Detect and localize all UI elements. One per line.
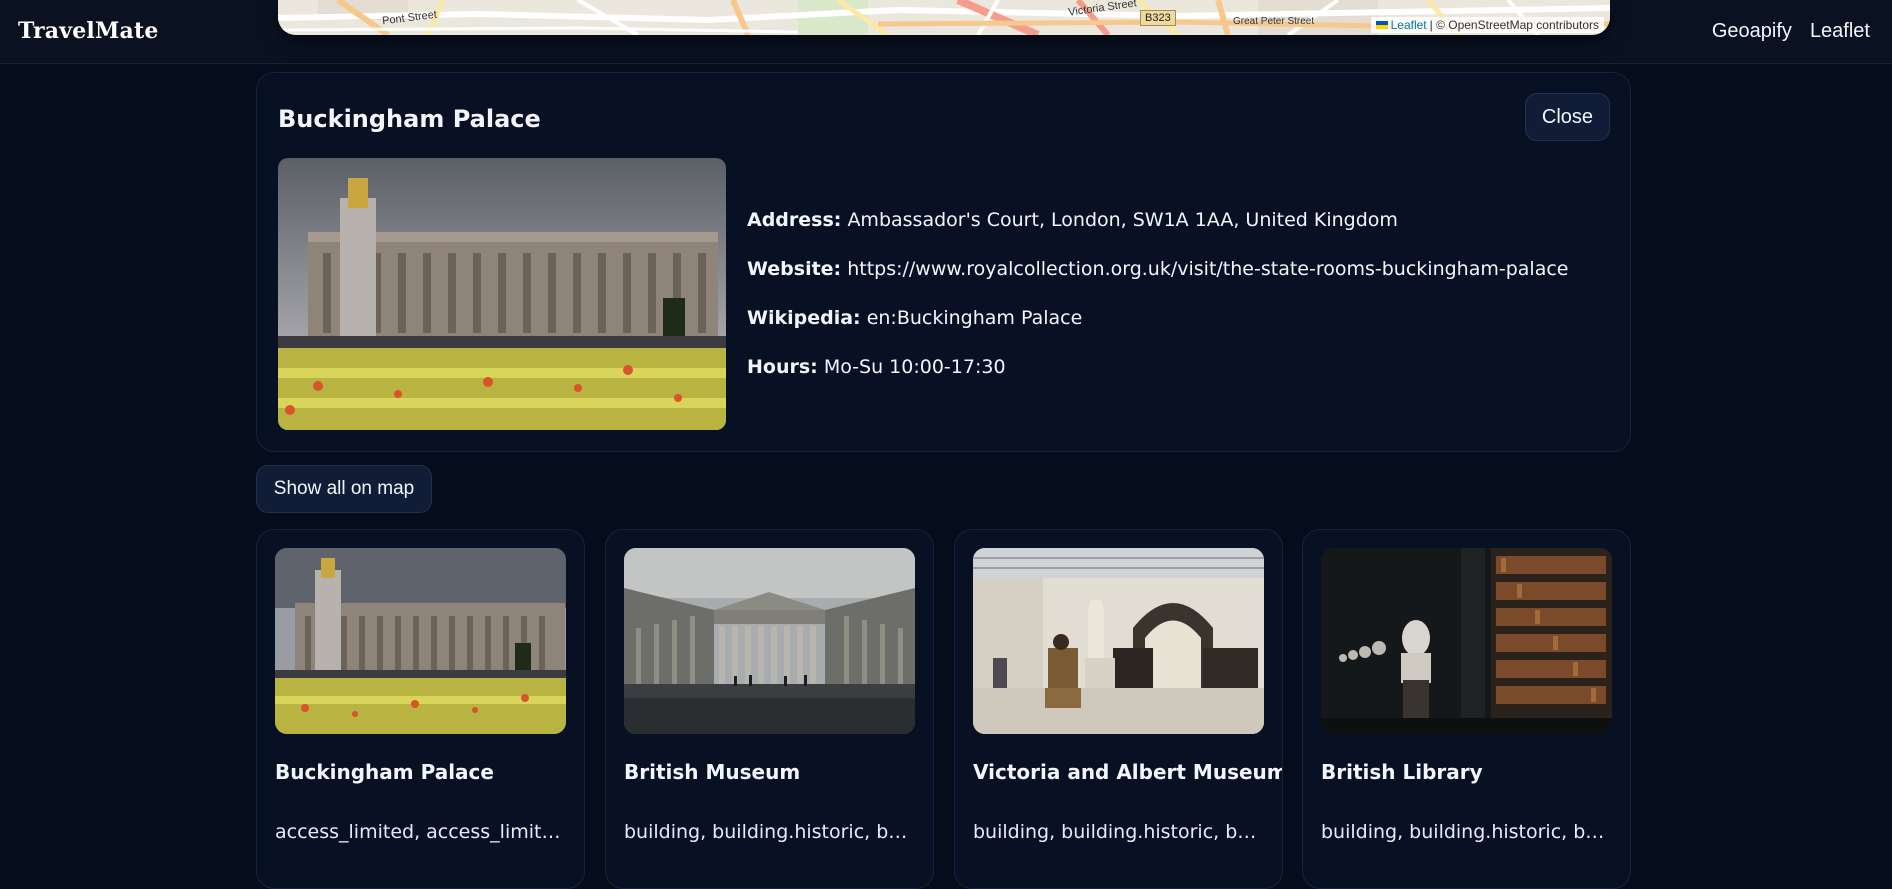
card-categories: building, building.historic, building.to… xyxy=(624,821,915,843)
place-info: Address: Ambassador's Court, London, SW1… xyxy=(747,209,1568,405)
card-title: Victoria and Albert Museum xyxy=(973,760,1283,784)
ukraine-flag-icon xyxy=(1375,21,1388,29)
hours-label: Hours: xyxy=(747,356,818,378)
card-categories: building, building.historic, building.to… xyxy=(973,821,1264,843)
website-row: Website: https://www.royalcollection.org… xyxy=(747,258,1568,280)
wikipedia-value: en:Buckingham Palace xyxy=(866,307,1083,329)
attribution-text: | © OpenStreetMap contributors xyxy=(1429,18,1599,32)
place-detail-panel: Buckingham Palace Close Address: Ambassa… xyxy=(256,72,1631,452)
road-shield: B323 xyxy=(1140,10,1176,26)
map-street-label: Great Peter Street xyxy=(1233,16,1315,27)
hours-row: Hours: Mo-Su 10:00-17:30 xyxy=(747,356,1568,378)
address-label: Address: xyxy=(747,209,842,231)
card-title: Buckingham Palace xyxy=(275,760,494,784)
show-all-on-map-button[interactable]: Show all on map xyxy=(256,465,432,513)
card-categories: building, building.historic, building.to… xyxy=(1321,821,1612,843)
card-photo xyxy=(624,548,915,734)
website-value: https://www.royalcollection.org.uk/visit… xyxy=(847,258,1569,280)
map-attribution: Leaflet | © OpenStreetMap contributors xyxy=(1370,17,1604,33)
leaflet-link[interactable]: Leaflet xyxy=(1391,18,1427,32)
top-nav: Geoapify Leaflet xyxy=(1712,20,1870,43)
card-title: British Museum xyxy=(624,760,801,784)
card-photo xyxy=(275,548,566,734)
card-title: British Library xyxy=(1321,760,1483,784)
card-categories: access_limited, access_limited.with_fee,… xyxy=(275,821,566,843)
address-row: Address: Ambassador's Court, London, SW1… xyxy=(747,209,1568,231)
map-view[interactable]: Pont Street Victoria Street Great Peter … xyxy=(278,0,1610,35)
website-label: Website: xyxy=(747,258,842,280)
hours-value: Mo-Su 10:00-17:30 xyxy=(823,356,1006,378)
nav-link-leaflet[interactable]: Leaflet xyxy=(1810,20,1870,43)
place-title: Buckingham Palace xyxy=(278,105,541,133)
close-button[interactable]: Close xyxy=(1525,93,1610,141)
nav-link-geoapify[interactable]: Geoapify xyxy=(1712,20,1792,43)
wikipedia-row: Wikipedia: en:Buckingham Palace xyxy=(747,307,1568,329)
place-card-victoria-and-albert-museum[interactable]: Victoria and Albert Museum building, bui… xyxy=(954,529,1283,889)
place-photo xyxy=(278,158,726,430)
wikipedia-label: Wikipedia: xyxy=(747,307,861,329)
place-card-british-museum[interactable]: British Museum building, building.histor… xyxy=(605,529,934,889)
card-photo xyxy=(973,548,1264,734)
address-value: Ambassador's Court, London, SW1A 1AA, Un… xyxy=(847,209,1398,231)
brand-logo[interactable]: TravelMate xyxy=(18,18,159,44)
card-photo xyxy=(1321,548,1612,734)
place-card-british-library[interactable]: British Library building, building.histo… xyxy=(1302,529,1631,889)
place-card-buckingham-palace[interactable]: Buckingham Palace access_limited, access… xyxy=(256,529,585,889)
